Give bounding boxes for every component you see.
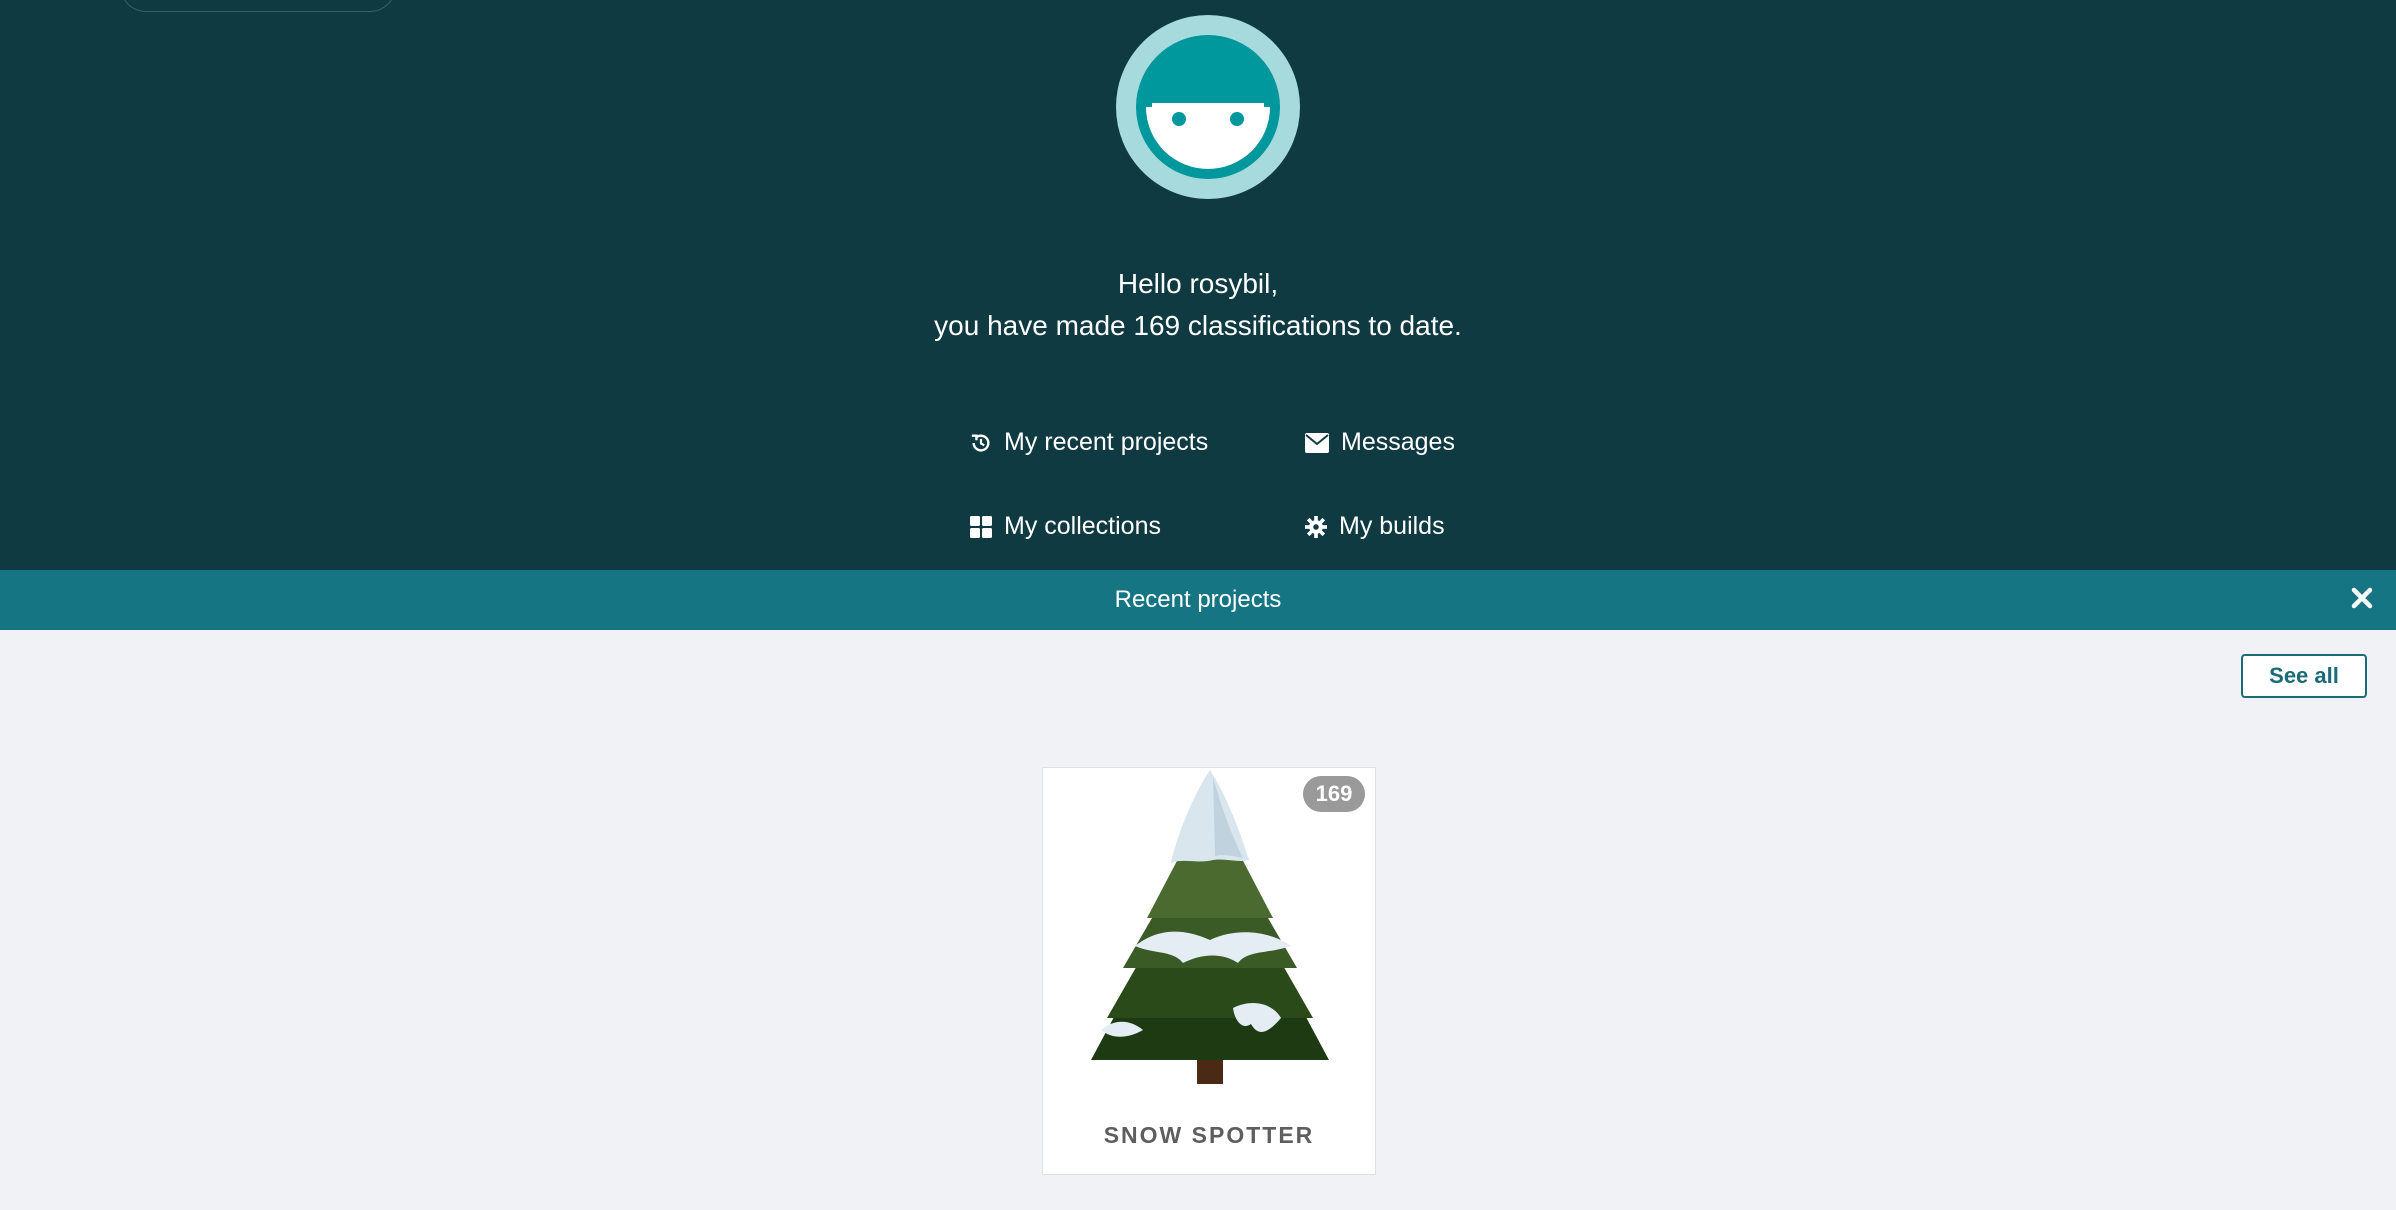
history-icon [971, 433, 990, 452]
project-card-snow-spotter[interactable]: 169 SNOW SPOTTER [1042, 767, 1376, 1175]
messages-link[interactable]: Messages [1305, 428, 1455, 457]
close-button[interactable] [2350, 586, 2374, 617]
my-collections-label: My collections [1004, 512, 1161, 540]
close-icon [2351, 587, 2373, 609]
avatar [1116, 15, 1300, 199]
top-pill-button[interactable] [120, 0, 396, 12]
envelope-icon [1305, 432, 1329, 453]
greeting-line-1: Hello rosybil, [1117, 268, 1279, 299]
my-collections-link[interactable]: My collections [970, 512, 1161, 541]
recent-projects-bar: Recent projects [0, 570, 2396, 630]
project-name: SNOW SPOTTER [1103, 1122, 1315, 1148]
recent-projects-title: Recent projects [1114, 586, 1282, 613]
greeting-line-2: you have made 169 classifications to dat… [934, 310, 1462, 341]
snow-tree-image [1091, 770, 1329, 1084]
messages-label: Messages [1341, 428, 1455, 456]
my-recent-projects-link[interactable]: My recent projects [970, 428, 1208, 457]
hero-section: Hello rosybil, you have made 169 classif… [0, 0, 2396, 570]
my-recent-projects-label: My recent projects [1004, 428, 1209, 456]
classification-count-badge: 169 [1303, 776, 1365, 812]
gear-icon [1305, 515, 1327, 538]
see-all-button[interactable]: See all [2241, 654, 2367, 698]
my-builds-link[interactable]: My builds [1305, 512, 1445, 541]
my-builds-label: My builds [1339, 512, 1445, 540]
grid-icon [970, 515, 992, 538]
